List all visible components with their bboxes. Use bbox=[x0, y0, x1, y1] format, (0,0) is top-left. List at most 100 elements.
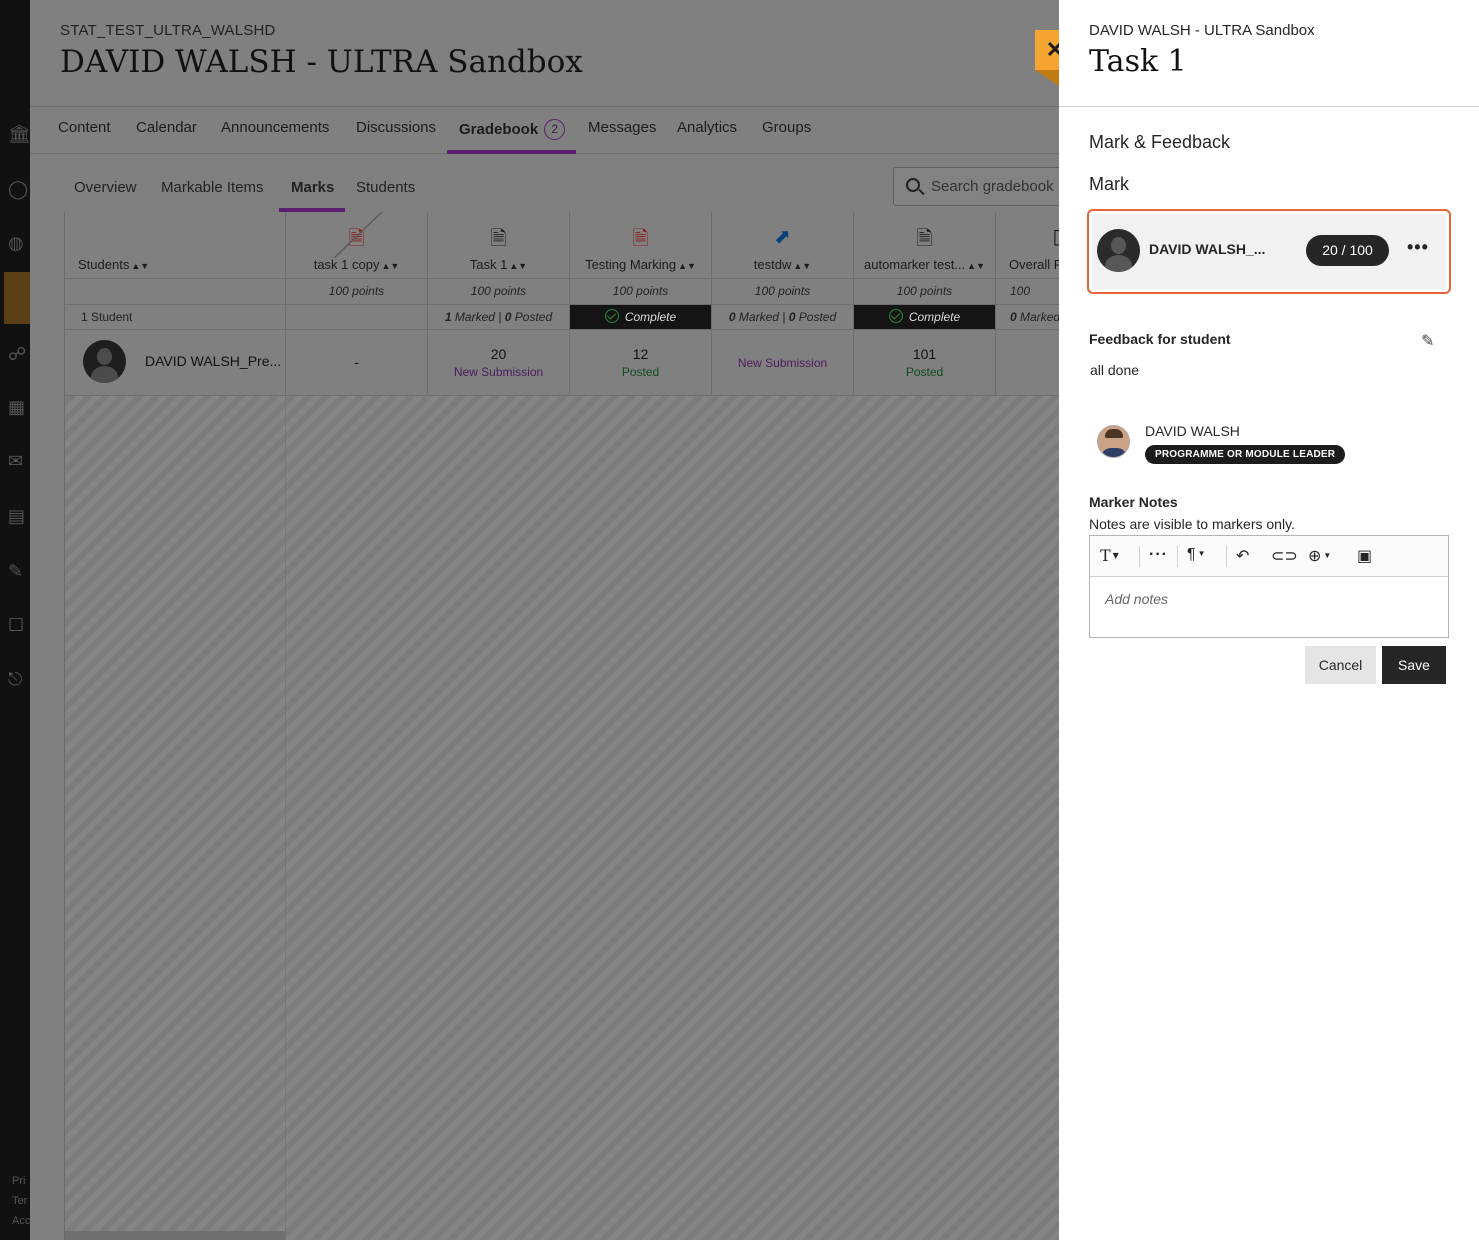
sign-out-icon[interactable]: ⎋ bbox=[8, 669, 30, 691]
tab-content[interactable]: Content bbox=[58, 119, 111, 136]
section-title: Mark & Feedback bbox=[1089, 132, 1231, 152]
sort-icon[interactable]: ▲▼ bbox=[678, 261, 696, 271]
tab-discussions[interactable]: Discussions bbox=[356, 119, 436, 136]
marker-notes-hint: Notes are visible to markers only. bbox=[1089, 516, 1295, 532]
gradebook-count-badge: 2 bbox=[544, 119, 566, 140]
grade-icon: ▯ bbox=[1052, 226, 1059, 248]
marker-name: DAVID WALSH bbox=[1145, 423, 1240, 439]
column-title: task 1 copy bbox=[313, 257, 380, 272]
subtab-marks[interactable]: Marks bbox=[291, 179, 334, 196]
sort-icon[interactable]: ▲▼ bbox=[509, 261, 527, 271]
cancel-button[interactable]: Cancel bbox=[1305, 646, 1376, 684]
save-button[interactable]: Save bbox=[1382, 646, 1446, 684]
complete-label: Complete bbox=[624, 310, 677, 324]
marked-count: 1 bbox=[444, 310, 452, 324]
column-title: Testing Marking bbox=[585, 257, 677, 272]
courses-nav-active[interactable] bbox=[4, 272, 30, 324]
tab-announcements[interactable]: Announcements bbox=[221, 119, 329, 136]
column-header-task-1-copy[interactable]: 🗎 task 1 copy ▲▼ bbox=[286, 212, 428, 279]
terms-link[interactable]: Ter bbox=[12, 1195, 27, 1207]
tools-icon[interactable]: ✎ bbox=[8, 561, 30, 583]
check-circle-icon bbox=[604, 309, 619, 323]
grade-cell[interactable]: 12 Posted bbox=[570, 330, 712, 396]
close-button-tail bbox=[1035, 70, 1059, 86]
institution-icon[interactable]: 🏛 bbox=[8, 124, 31, 146]
panel-item-title: Task 1 bbox=[1089, 44, 1187, 79]
marker-avatar bbox=[1097, 425, 1130, 458]
column-title: testdw bbox=[753, 257, 792, 272]
grade-cell[interactable] bbox=[996, 330, 1059, 396]
tab-analytics[interactable]: Analytics bbox=[677, 119, 737, 136]
sort-icon[interactable]: ▲▼ bbox=[793, 261, 811, 271]
grade-cell[interactable]: New Submission bbox=[712, 330, 854, 396]
student-mark-row[interactable]: DAVID WALSH_... 20 / 100 ••• bbox=[1087, 209, 1451, 294]
column-stats: 1 Marked | 0 Posted bbox=[428, 305, 570, 330]
search-gradebook-input[interactable]: Search gradebook bbox=[893, 167, 1059, 206]
assignment-icon: 🗎 bbox=[632, 228, 649, 250]
tab-gradebook[interactable]: Gradebook 2 bbox=[459, 119, 566, 140]
organizations-icon[interactable]: ☍ bbox=[8, 344, 30, 366]
video-record-icon[interactable]: ▣ bbox=[1357, 546, 1372, 566]
active-tab-indicator bbox=[447, 150, 576, 154]
link-icon[interactable]: ⊂⊃ bbox=[1271, 546, 1298, 566]
role-badge: PROGRAMME OR MODULE LEADER bbox=[1145, 445, 1346, 464]
tab-groups[interactable]: Groups bbox=[762, 119, 811, 136]
feedback-label: Feedback for student bbox=[1089, 331, 1231, 347]
column-header-automarker-test[interactable]: 🗎 automarker test... ▲▼ bbox=[854, 212, 996, 279]
feedback-text: all done bbox=[1090, 362, 1140, 378]
grades-icon[interactable]: ▤ bbox=[8, 506, 30, 528]
grade-cell[interactable]: 101 Posted bbox=[854, 330, 996, 396]
more-options-icon[interactable]: ••• bbox=[1407, 237, 1429, 258]
students-column-header[interactable]: Students ▲▼ bbox=[65, 212, 286, 279]
avatar bbox=[1097, 229, 1140, 272]
score-pill[interactable]: 20 / 100 bbox=[1306, 235, 1389, 266]
column-header-testdw[interactable]: ⬈ testdw ▲▼ bbox=[712, 212, 854, 279]
marker-notes-editor[interactable]: T ▼ ··· ¶ ▼ ↶ ⊂⊃ ⊕ ▼ ▣ Add notes bbox=[1089, 535, 1449, 638]
grade-cell[interactable]: - bbox=[286, 330, 428, 396]
check-circle-icon bbox=[888, 309, 903, 323]
subtab-markable-items[interactable]: Markable Items bbox=[161, 179, 264, 196]
profile-icon[interactable]: ◯ bbox=[8, 179, 30, 201]
sort-icon[interactable]: ▲▼ bbox=[131, 261, 149, 271]
course-tabs: Content Calendar Announcements Discussio… bbox=[30, 106, 1059, 154]
grade-value: 101 bbox=[912, 346, 937, 362]
horizontal-scrollbar[interactable] bbox=[65, 1231, 286, 1240]
messages-icon[interactable]: ✉ bbox=[8, 451, 30, 473]
sort-icon[interactable]: ▲▼ bbox=[381, 261, 399, 271]
grade-cell[interactable]: 20 New Submission bbox=[428, 330, 570, 396]
column-stats-complete: Complete bbox=[854, 305, 996, 330]
score-separator: / bbox=[1341, 242, 1346, 258]
grade-value: - bbox=[354, 354, 359, 370]
panel-divider bbox=[1059, 106, 1479, 107]
student-cell[interactable]: DAVID WALSH_Pre... bbox=[65, 330, 286, 396]
globe-icon[interactable]: ◍ bbox=[8, 233, 30, 255]
grade-value: 12 bbox=[632, 346, 649, 362]
text-style-icon[interactable]: T ▼ bbox=[1100, 546, 1119, 565]
edit-icon[interactable]: ☐ bbox=[8, 615, 30, 637]
privacy-link[interactable]: Pri bbox=[12, 1175, 25, 1187]
column-header-testing-marking[interactable]: 🗎 Testing Marking ▲▼ bbox=[570, 212, 712, 279]
subtab-overview[interactable]: Overview bbox=[74, 179, 137, 196]
accessibility-link[interactable]: Acc bbox=[12, 1215, 30, 1227]
posted-label: Posted bbox=[798, 310, 837, 324]
undo-icon[interactable]: ↶ bbox=[1236, 546, 1249, 566]
marked-label: Marked bbox=[454, 310, 495, 324]
grade-status: New Submission bbox=[737, 356, 828, 370]
subtab-students[interactable]: Students bbox=[356, 179, 415, 196]
sort-icon[interactable]: ▲▼ bbox=[967, 261, 985, 271]
paragraph-icon[interactable]: ¶ ▼ bbox=[1187, 546, 1206, 564]
search-placeholder: Search gradebook bbox=[931, 178, 1054, 195]
tab-calendar[interactable]: Calendar bbox=[136, 119, 197, 136]
edit-pencil-icon[interactable]: ✎ bbox=[1421, 331, 1434, 351]
tab-gradebook-label: Gradebook bbox=[459, 121, 539, 138]
external-link-icon: ⬈ bbox=[774, 226, 791, 248]
insert-content-icon[interactable]: ⊕ ▼ bbox=[1308, 546, 1331, 566]
complete-label: Complete bbox=[908, 310, 961, 324]
avatar bbox=[83, 340, 126, 383]
tab-messages[interactable]: Messages bbox=[588, 119, 656, 136]
column-header-overall[interactable]: ▯ Overall F bbox=[996, 212, 1059, 279]
column-header-task-1[interactable]: 🗎 Task 1 ▲▼ bbox=[428, 212, 570, 279]
calendar-icon[interactable]: ▦ bbox=[8, 397, 30, 419]
more-formatting-icon[interactable]: ··· bbox=[1149, 546, 1168, 564]
column-stats-complete: Complete bbox=[570, 305, 712, 330]
